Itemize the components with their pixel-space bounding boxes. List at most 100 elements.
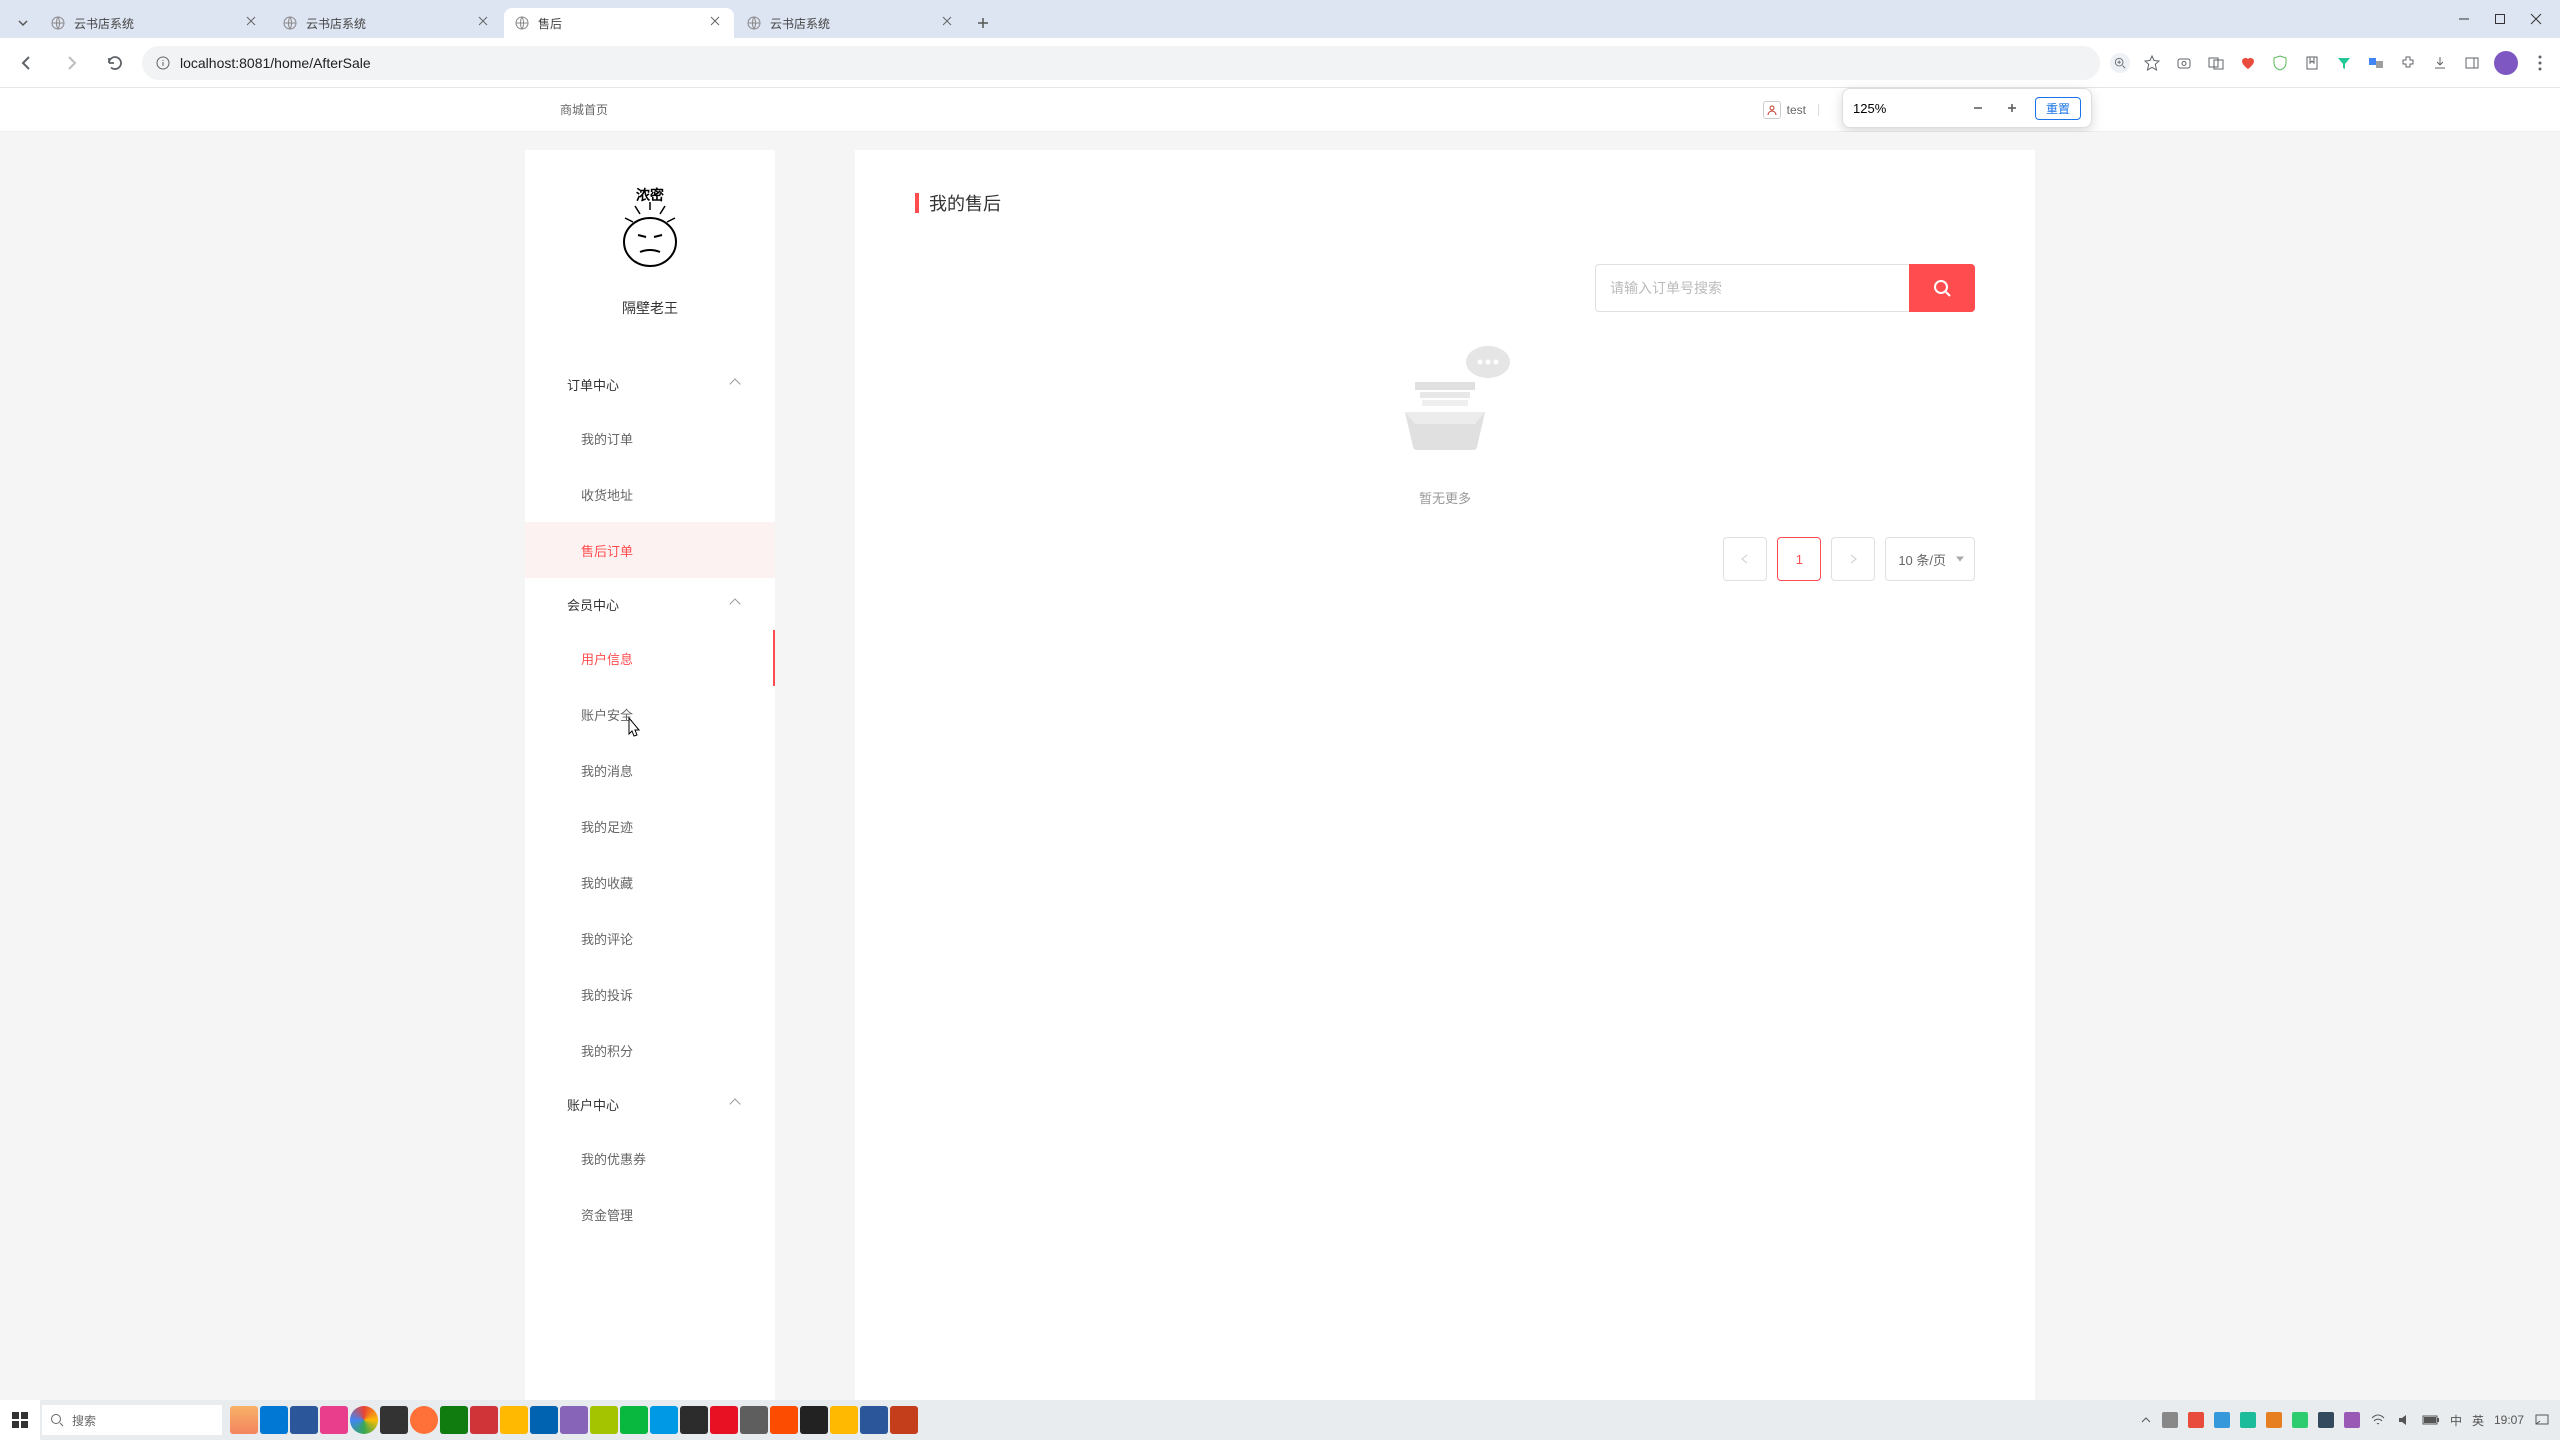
menu-item[interactable]: 售后订单 [525,522,775,578]
start-button[interactable] [0,1400,40,1440]
close-icon[interactable] [942,16,956,30]
bookmarks-bar-icon[interactable] [2302,53,2322,73]
ime-mode[interactable]: 中 [2450,1412,2462,1429]
home-link[interactable]: 商城首页 [560,101,608,118]
lens-icon[interactable] [2174,53,2194,73]
close-window-icon[interactable] [2530,13,2542,25]
taskbar-search[interactable]: 搜索 [42,1405,222,1435]
browser-tab-2[interactable]: 售后 [504,8,734,38]
menu-item[interactable]: 收货地址 [525,466,775,522]
volume-icon[interactable] [2396,1412,2412,1428]
taskbar-app[interactable] [740,1406,768,1434]
sidepanel-icon[interactable] [2462,53,2482,73]
menu-item[interactable]: 资金管理 [525,1186,775,1242]
minimize-icon[interactable] [2458,13,2470,25]
download-icon[interactable] [2430,53,2450,73]
menu-item[interactable]: 我的积分 [525,1022,775,1078]
browser-tab-0[interactable]: 云书店系统 [40,8,270,38]
tray-overflow-icon[interactable] [2140,1414,2152,1426]
filter-icon[interactable] [2334,53,2354,73]
shield-icon[interactable] [2270,53,2290,73]
tabs-dropdown[interactable] [8,8,38,38]
browser-tab-1[interactable]: 云书店系统 [272,8,502,38]
tray-icon[interactable] [2240,1412,2256,1428]
reload-button[interactable] [98,46,132,80]
menu-item[interactable]: 我的足迹 [525,798,775,854]
tray-icon[interactable] [2318,1412,2334,1428]
taskbar-app[interactable] [290,1406,318,1434]
taskbar-app[interactable] [530,1406,558,1434]
tray-icon[interactable] [2266,1412,2282,1428]
zoom-icon[interactable] [2110,53,2130,73]
zoom-out-button[interactable] [1967,97,1989,119]
taskbar-app[interactable] [680,1406,708,1434]
translate2-icon[interactable] [2366,53,2386,73]
taskbar-app[interactable] [320,1406,348,1434]
menu-item[interactable]: 我的优惠券 [525,1130,775,1186]
tray-icon[interactable] [2292,1412,2308,1428]
wifi-icon[interactable] [2370,1412,2386,1428]
taskbar-app[interactable] [260,1406,288,1434]
notifications-icon[interactable] [2534,1412,2550,1428]
taskbar-app[interactable] [470,1406,498,1434]
close-icon[interactable] [246,16,260,30]
tray-icon[interactable] [2162,1412,2178,1428]
taskbar-app[interactable] [800,1406,828,1434]
translate-icon[interactable] [2206,53,2226,73]
site-info-icon[interactable] [156,56,170,70]
tray-icon[interactable] [2214,1412,2230,1428]
new-tab-button[interactable] [968,8,998,38]
pager-page-1[interactable]: 1 [1777,537,1821,581]
taskbar-app[interactable] [500,1406,528,1434]
taskbar-app[interactable] [380,1406,408,1434]
taskbar-app[interactable] [620,1406,648,1434]
pager-prev[interactable] [1723,537,1767,581]
taskbar-app[interactable] [890,1406,918,1434]
kebab-menu-icon[interactable] [2530,53,2550,73]
menu-item[interactable]: 我的评论 [525,910,775,966]
taskbar-app[interactable] [230,1406,258,1434]
page-size-select[interactable]: 10 条/页 [1885,537,1975,581]
taskbar-app[interactable] [560,1406,588,1434]
menu-item[interactable]: 账户安全 [525,686,775,742]
taskbar-app[interactable] [830,1406,858,1434]
back-button[interactable] [10,46,44,80]
heart-icon[interactable] [2238,53,2258,73]
tray-icon[interactable] [2188,1412,2204,1428]
user-link[interactable]: test [1763,101,1806,119]
menu-item[interactable]: 我的订单 [525,410,775,466]
zoom-in-button[interactable] [2001,97,2023,119]
pager-next[interactable] [1831,537,1875,581]
forward-button[interactable] [54,46,88,80]
address-bar[interactable]: localhost:8081/home/AfterSale [142,46,2100,80]
extensions-icon[interactable] [2398,53,2418,73]
browser-tab-3[interactable]: 云书店系统 [736,8,966,38]
clock[interactable]: 19:07 [2494,1413,2524,1427]
order-search-input[interactable] [1595,264,1909,312]
taskbar-app[interactable] [590,1406,618,1434]
bookmark-star-icon[interactable] [2142,53,2162,73]
taskbar-app[interactable] [710,1406,738,1434]
close-icon[interactable] [478,16,492,30]
taskbar-app[interactable] [650,1406,678,1434]
taskbar-app[interactable] [770,1406,798,1434]
taskbar-app[interactable] [440,1406,468,1434]
menu-item[interactable]: 用户信息 [525,630,775,686]
menu-item[interactable]: 我的消息 [525,742,775,798]
taskbar-app[interactable] [860,1406,888,1434]
profile-avatar[interactable] [2494,51,2518,75]
menu-group-title[interactable]: 订单中心 [525,358,775,410]
taskbar-app[interactable] [410,1406,438,1434]
ime-lang[interactable]: 英 [2472,1412,2484,1429]
taskbar-app[interactable] [350,1406,378,1434]
menu-item[interactable]: 我的收藏 [525,854,775,910]
zoom-reset-button[interactable]: 重置 [2035,97,2081,120]
maximize-icon[interactable] [2494,13,2506,25]
menu-group-title[interactable]: 会员中心 [525,578,775,630]
menu-item[interactable]: 我的投诉 [525,966,775,1022]
close-icon[interactable] [710,16,724,30]
search-button[interactable] [1909,264,1975,312]
tray-icon[interactable] [2344,1412,2360,1428]
battery-icon[interactable] [2422,1414,2440,1426]
menu-group-title[interactable]: 账户中心 [525,1078,775,1130]
